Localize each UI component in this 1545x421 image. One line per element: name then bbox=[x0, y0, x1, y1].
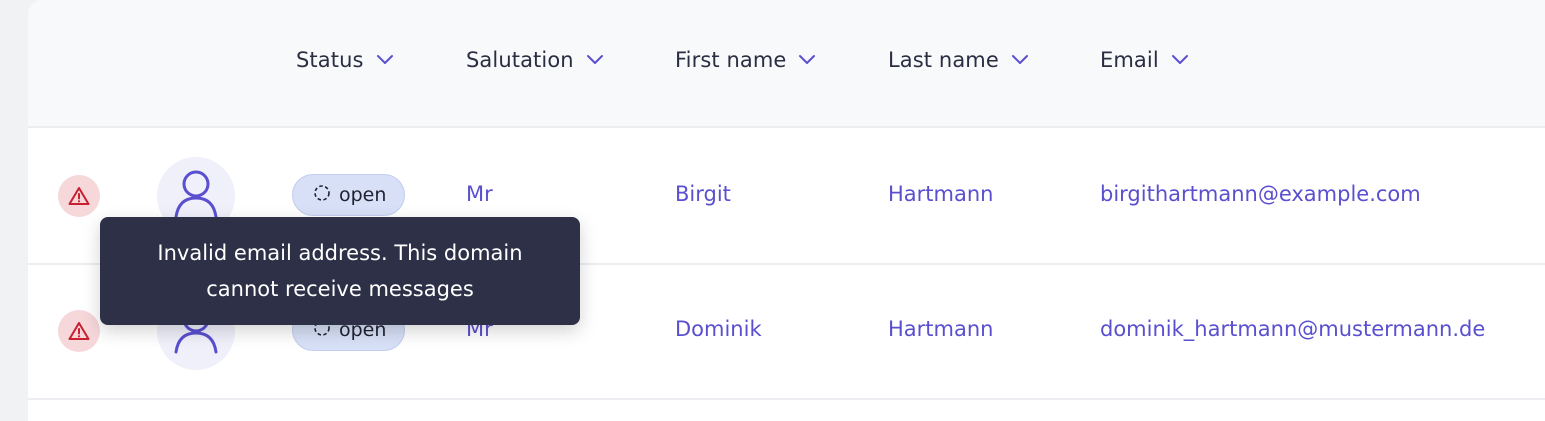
first-name-cell[interactable]: Dominik bbox=[675, 317, 762, 341]
column-header-label: Status bbox=[296, 48, 364, 72]
table-header: Status Salutation First name Last name E… bbox=[28, 0, 1545, 128]
column-header-last-name[interactable]: Last name bbox=[888, 45, 1031, 75]
warning-triangle-icon[interactable] bbox=[58, 175, 100, 217]
column-header-label: Email bbox=[1100, 48, 1159, 72]
warning-triangle-icon[interactable] bbox=[58, 310, 100, 352]
chevron-down-icon bbox=[1011, 50, 1031, 70]
table-row[interactable] bbox=[28, 400, 1545, 421]
column-header-first-name[interactable]: First name bbox=[675, 45, 818, 75]
column-header-email[interactable]: Email bbox=[1100, 45, 1191, 75]
column-header-label: Last name bbox=[888, 48, 999, 72]
chevron-down-icon bbox=[376, 50, 396, 70]
tooltip-line: cannot receive messages bbox=[206, 277, 474, 301]
contacts-table: Status Salutation First name Last name E… bbox=[28, 0, 1545, 421]
column-header-salutation[interactable]: Salutation bbox=[466, 45, 606, 75]
salutation-cell[interactable]: Mr bbox=[466, 182, 493, 206]
column-header-label: Salutation bbox=[466, 48, 574, 72]
chevron-down-icon bbox=[798, 50, 818, 70]
last-name-cell[interactable]: Hartmann bbox=[888, 317, 993, 341]
first-name-cell[interactable]: Birgit bbox=[675, 182, 731, 206]
chevron-down-icon bbox=[1171, 50, 1191, 70]
email-cell[interactable]: dominik_hartmann@mustermann.de bbox=[1100, 317, 1485, 341]
user-icon bbox=[173, 169, 219, 223]
status-badge: open bbox=[292, 174, 406, 216]
chevron-down-icon bbox=[586, 50, 606, 70]
dashed-circle-icon bbox=[313, 184, 331, 207]
column-header-label: First name bbox=[675, 48, 787, 72]
last-name-cell[interactable]: Hartmann bbox=[888, 182, 993, 206]
column-header-status[interactable]: Status bbox=[296, 45, 396, 75]
status-label: open bbox=[339, 184, 387, 206]
tooltip-line: Invalid email address. This domain bbox=[157, 241, 523, 265]
email-cell[interactable]: birgithartmann@example.com bbox=[1100, 182, 1421, 206]
error-tooltip: Invalid email address. This domain canno… bbox=[100, 217, 580, 325]
